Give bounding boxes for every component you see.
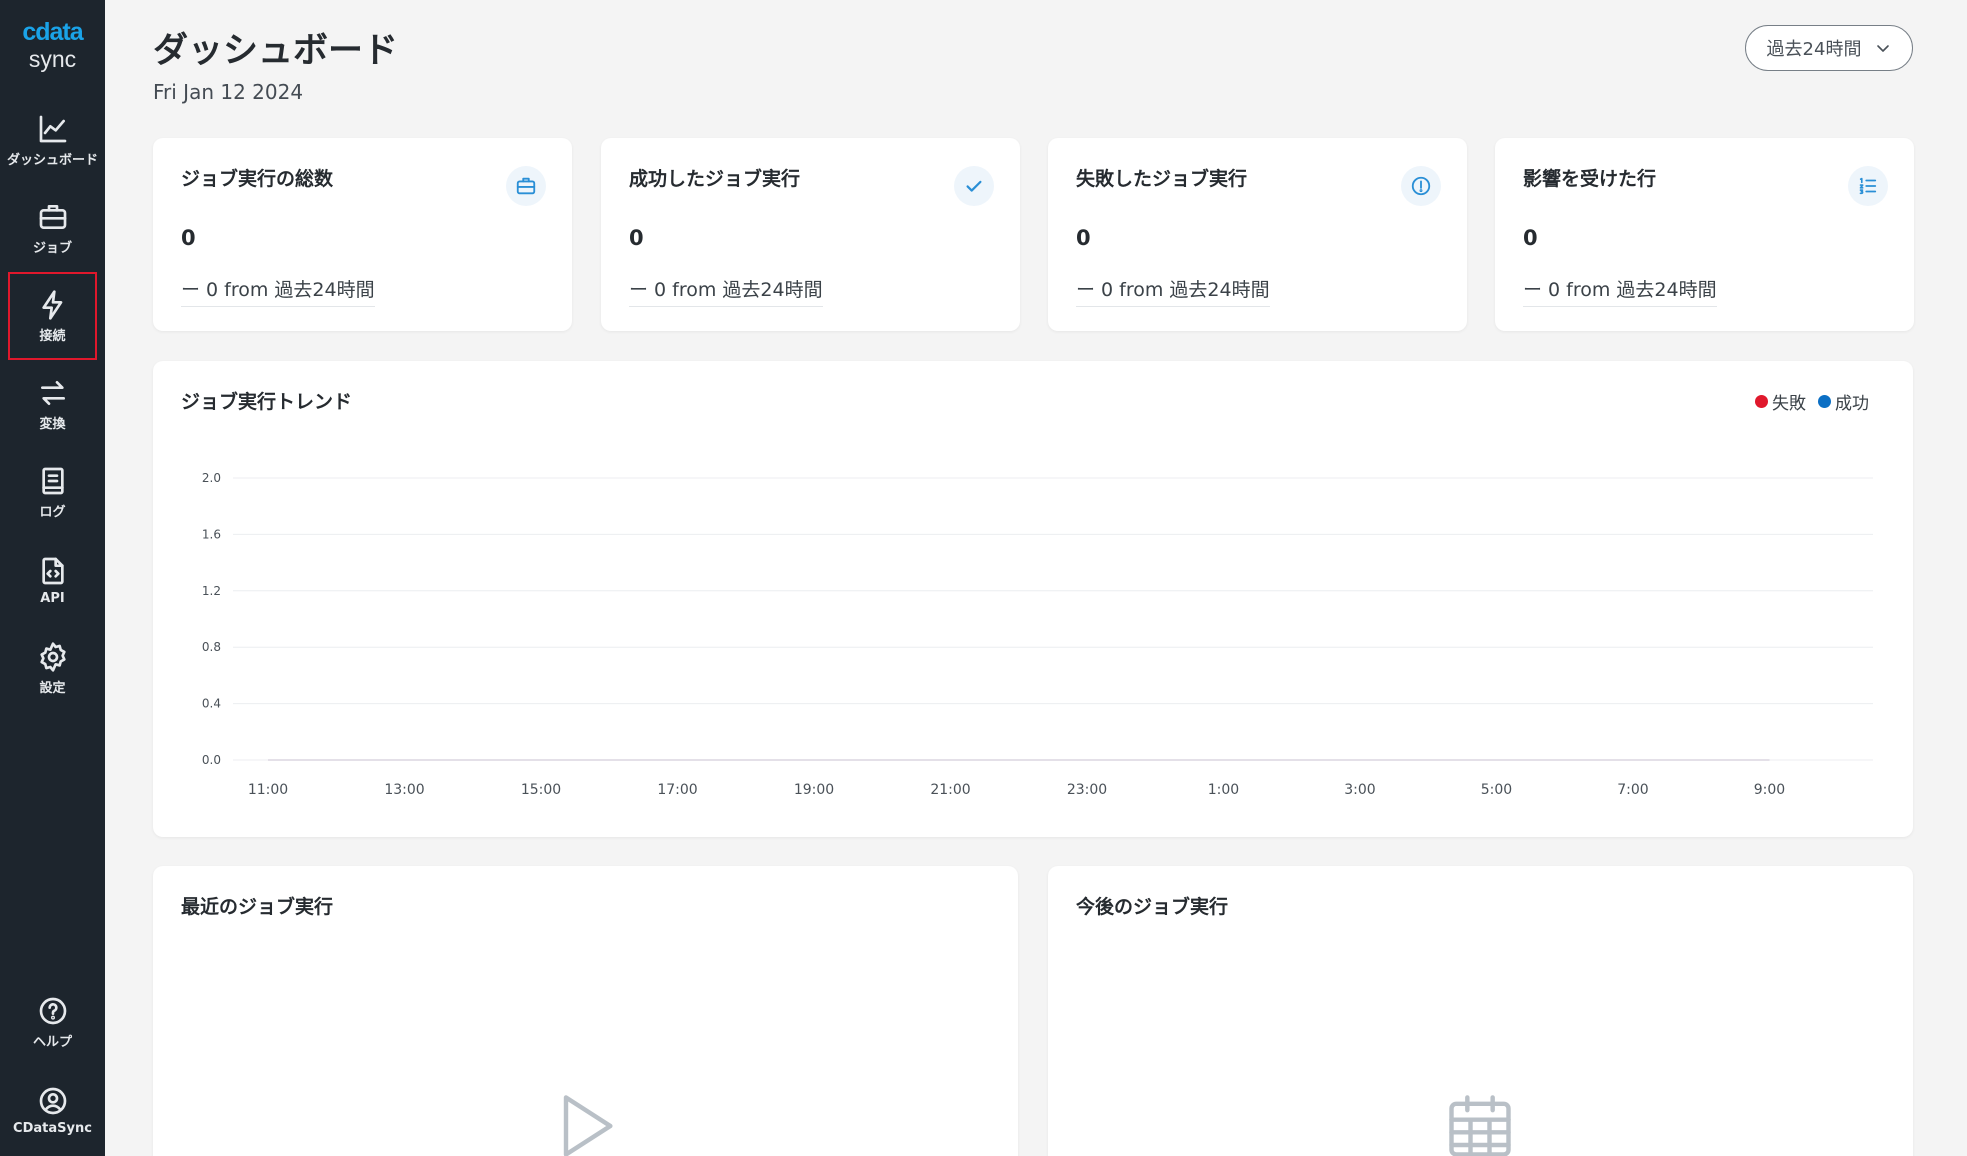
sidebar-item-label: 設定 (39, 680, 66, 696)
sidebar-item-label: ジョブ (32, 240, 72, 256)
stat-icon (1401, 166, 1441, 206)
trend-chart: 0.0 0.4 0.8 1.2 1.6 2.0 11:00 13:00 15:00 17:00 19… (202, 471, 1873, 798)
x-tick-label: 7:00 (1617, 782, 1648, 798)
sidebar-item-user[interactable]: CDataSync (8, 1066, 97, 1154)
briefcase-icon (39, 204, 66, 229)
sidebar: cdata sync ダッシュボード ジョブ 接続 変換 ログ API 設定 ヘ… (0, 0, 105, 1156)
stat-value: 0 (1523, 226, 1538, 250)
sidebar-item-help[interactable]: ヘルプ (8, 978, 97, 1066)
y-tick-label: 0.8 (202, 640, 221, 654)
stat-delta: ー 0 from 過去24時間 (629, 275, 823, 307)
sidebar-item-jobs[interactable]: ジョブ (8, 184, 97, 272)
chart-line-icon (39, 115, 66, 142)
log-book-icon (41, 467, 64, 494)
x-tick-label: 1:00 (1208, 782, 1239, 798)
x-tick-label: 15:00 (521, 782, 561, 798)
stat-card-failed-runs: 失敗したジョブ実行 0 ー 0 from 過去24時間 (1048, 138, 1467, 331)
help-circle-icon (39, 997, 66, 1024)
legend-item-failed[interactable]: 失敗 (1755, 389, 1806, 414)
stat-title: ジョブ実行の総数 (181, 168, 334, 190)
sidebar-item-label: API (40, 590, 65, 606)
x-tick-label: 9:00 (1754, 782, 1785, 798)
sidebar-item-label: 変換 (39, 416, 66, 432)
empty-state (547, 1088, 623, 1156)
lightning-icon (41, 289, 62, 320)
stat-title: 成功したジョブ実行 (629, 168, 801, 190)
stat-value: 0 (629, 226, 644, 250)
legend-label: 成功 (1835, 394, 1869, 414)
stat-icon (506, 166, 546, 206)
legend-label: 失敗 (1772, 394, 1806, 414)
app-logo[interactable]: cdata sync (0, 18, 105, 72)
x-tick-label: 17:00 (657, 782, 697, 798)
recent-runs-title: 最近のジョブ実行 (181, 896, 334, 918)
stat-delta: ー 0 from 過去24時間 (181, 275, 375, 307)
stat-icon (954, 166, 994, 206)
y-tick-label: 1.2 (202, 584, 221, 598)
job-run-trend-card: 0.0 0.4 0.8 1.2 1.6 2.0 11:00 13:00 15:00 17:00 19… (153, 361, 1913, 837)
stat-icon (1848, 166, 1888, 206)
sidebar-item-connections[interactable]: 接続 (8, 272, 97, 360)
x-tick-label: 23:00 (1067, 782, 1107, 798)
sidebar-item-dashboard[interactable]: ダッシュボード (7, 96, 99, 184)
page-date: Fri Jan 12 2024 (153, 80, 304, 104)
chevron-down-icon (1877, 45, 1890, 52)
gear-icon (39, 641, 66, 672)
x-tick-label: 11:00 (248, 782, 288, 798)
sidebar-item-api[interactable]: API (8, 536, 97, 624)
sidebar-item-label: 接続 (39, 328, 66, 344)
briefcase-icon (516, 177, 536, 195)
stat-delta: ー 0 from 過去24時間 (1523, 275, 1717, 307)
user-circle-icon (39, 1087, 66, 1114)
logo-top-text: cdata (22, 18, 83, 46)
x-tick-label: 19:00 (794, 782, 834, 798)
x-tick-label: 5:00 (1481, 782, 1512, 798)
play-icon (563, 1095, 613, 1156)
y-tick-label: 0.4 (202, 697, 221, 711)
stat-title: 失敗したジョブ実行 (1076, 168, 1248, 190)
time-range-select[interactable]: 過去24時間 (1745, 25, 1913, 71)
y-tick-label: 0.0 (202, 753, 221, 767)
stat-card-total-runs: ジョブ実行の総数 0 ー 0 from 過去24時間 (153, 138, 572, 331)
arrows-swap-icon (40, 380, 65, 405)
y-tick-label: 1.6 (202, 527, 221, 541)
legend-dot-failed (1755, 395, 1768, 408)
api-file-icon (41, 557, 64, 584)
stat-card-successful-runs: 成功したジョブ実行 0 ー 0 from 過去24時間 (601, 138, 1020, 331)
stat-value: 0 (1076, 226, 1091, 250)
sidebar-item-label: ヘルプ (32, 1034, 72, 1050)
page-title: ダッシュボード (153, 31, 399, 71)
x-tick-label: 13:00 (384, 782, 424, 798)
sidebar-item-settings[interactable]: 設定 (8, 624, 97, 712)
recent-runs-card: 最近のジョブ実行 (153, 866, 1018, 1156)
sidebar-item-label: ダッシュボード (7, 152, 99, 168)
time-range-value: 過去24時間 (1766, 39, 1862, 60)
sidebar-item-logs[interactable]: ログ (8, 448, 97, 536)
legend-dot-success (1818, 395, 1831, 408)
upcoming-runs-title: 今後のジョブ実行 (1076, 896, 1229, 918)
sidebar-item-label: ログ (39, 504, 66, 520)
x-tick-label: 3:00 (1344, 782, 1375, 798)
info-circle-icon (1411, 176, 1431, 196)
sidebar-item-transformations[interactable]: 変換 (8, 360, 97, 448)
chart-legend: 失敗 成功 (1755, 389, 1869, 414)
stat-value: 0 (181, 226, 196, 250)
empty-state (1442, 1088, 1518, 1156)
sidebar-item-label: CDataSync (13, 1120, 92, 1136)
stat-title: 影響を受けた行 (1523, 168, 1657, 190)
stat-card-affected-rows: 影響を受けた行 0 ー 0 from 過去24時間 (1495, 138, 1914, 331)
numbered-list-icon (1859, 177, 1877, 195)
upcoming-runs-card: 今後のジョブ実行 (1048, 866, 1913, 1156)
x-tick-label: 21:00 (930, 782, 970, 798)
calendar-icon (1449, 1095, 1511, 1156)
stat-delta: ー 0 from 過去24時間 (1076, 275, 1270, 307)
logo-bottom-text: sync (28, 46, 77, 72)
checkmark-icon (966, 180, 982, 192)
y-tick-label: 2.0 (202, 471, 221, 485)
chart-title: ジョブ実行トレンド (181, 391, 353, 413)
legend-item-success[interactable]: 成功 (1818, 389, 1869, 414)
